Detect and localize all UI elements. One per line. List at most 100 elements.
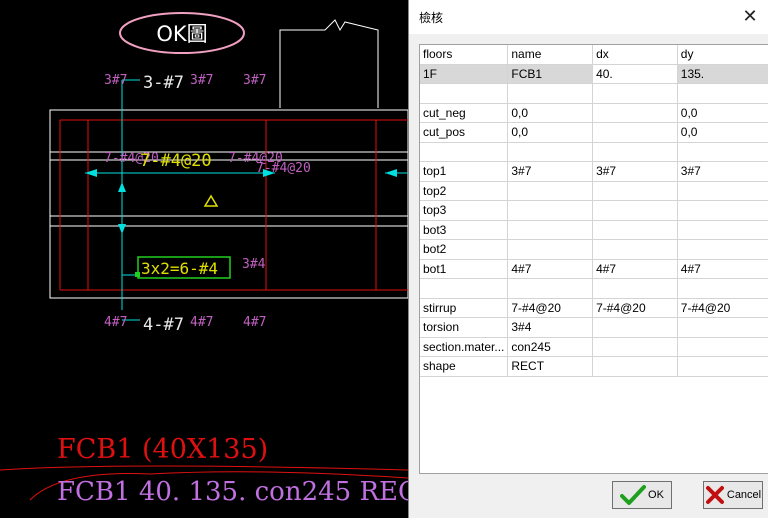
grid-cell[interactable]: 4#7 [592, 259, 678, 279]
grid-cell[interactable]: stirrup [420, 298, 509, 318]
grid-row[interactable] [420, 278, 768, 299]
grid-cell[interactable] [677, 239, 768, 260]
grid-cell[interactable] [677, 200, 768, 221]
grid-cell[interactable]: cut_neg [420, 103, 509, 123]
grid-cell[interactable] [677, 220, 768, 240]
grid-cell[interactable]: 0,0 [677, 103, 768, 123]
grid-cell[interactable]: shape [420, 356, 509, 377]
grid-row[interactable]: section.mater... con245 [420, 337, 768, 357]
grid-cell[interactable] [420, 278, 509, 299]
grid-row[interactable]: bot2 [420, 239, 768, 260]
grid-cell[interactable]: top1 [420, 161, 509, 182]
grid-cell[interactable] [507, 278, 594, 299]
top-center-rebar-label: 3-#7 [143, 73, 184, 93]
grid-cell[interactable]: 7-#4@20 [507, 298, 594, 318]
grid-cell[interactable]: bot3 [420, 220, 509, 240]
grid-cell[interactable] [420, 83, 509, 104]
grid-header-cell: name [507, 45, 594, 65]
ok-button[interactable]: OK [612, 481, 672, 509]
grid-row[interactable] [420, 142, 768, 162]
grid-cell[interactable] [592, 220, 678, 240]
grid-cell[interactable] [507, 142, 594, 162]
grid-cell[interactable]: 7-#4@20 [592, 298, 678, 318]
grid-row[interactable] [420, 83, 768, 104]
grip-handle[interactable] [135, 272, 140, 277]
grid-cell[interactable]: RECT [507, 356, 594, 377]
bot-far-rebar-label: 4#7 [243, 315, 266, 330]
grid-row[interactable]: bot3 [420, 220, 768, 240]
grid-cell[interactable]: 0,0 [507, 103, 594, 123]
grid-cell[interactable]: 0,0 [507, 122, 594, 143]
top-far-rebar-label: 3#7 [243, 73, 266, 88]
grid-cell[interactable]: bot2 [420, 239, 509, 260]
grid-cell[interactable]: torsion [420, 317, 509, 338]
bot-center-rebar-label: 4-#7 [143, 315, 184, 335]
data-grid[interactable]: floors name dx dy 1F FCB1 40. 135. cut_neg 0,0 0,0… [419, 44, 768, 474]
grid-cell[interactable] [677, 278, 768, 299]
grid-cell[interactable] [592, 181, 678, 201]
grid-cell[interactable] [507, 220, 594, 240]
grid-cell[interactable] [592, 278, 678, 299]
grid-cell[interactable]: 3#7 [677, 161, 768, 182]
grid-row[interactable]: top2 [420, 181, 768, 201]
grid-cell[interactable]: 4#7 [507, 259, 594, 279]
beam-info: FCB1 40. 135. con245 RECT [57, 477, 408, 507]
grid-cell[interactable]: 40. [592, 64, 678, 84]
grid-cell[interactable] [592, 239, 678, 260]
side-right-label: 3#4 [242, 257, 266, 272]
check-icon [620, 485, 647, 505]
grid-cell[interactable]: con245 [507, 337, 594, 357]
dialog-titlebar[interactable]: 檢核 ✕ [409, 0, 768, 34]
grid-cell[interactable]: 3#4 [507, 317, 594, 338]
grid-cell[interactable] [507, 200, 594, 221]
grid-cell[interactable]: top3 [420, 200, 509, 221]
grid-cell[interactable] [677, 317, 768, 338]
grid-cell[interactable] [677, 83, 768, 104]
grid-cell[interactable] [507, 181, 594, 201]
grid-cell[interactable] [677, 356, 768, 377]
grid-cell[interactable] [592, 337, 678, 357]
bot-left-rebar-label: 4#7 [104, 315, 127, 330]
grid-cell[interactable] [677, 181, 768, 201]
grid-cell[interactable]: 3#7 [507, 161, 594, 182]
grid-row[interactable]: top1 3#7 3#7 3#7 [420, 161, 768, 182]
grid-cell[interactable] [677, 142, 768, 162]
grid-row[interactable]: cut_neg 0,0 0,0 [420, 103, 768, 123]
beam-outer-rect [49, 109, 408, 299]
stirrup-center-label: 7-#4@20 [140, 151, 212, 171]
cancel-button[interactable]: Cancel [703, 481, 763, 509]
close-icon[interactable]: ✕ [738, 5, 762, 29]
grid-row[interactable]: top3 [420, 200, 768, 221]
grid-cell[interactable]: 0,0 [677, 122, 768, 143]
grid-cell[interactable]: 135. [677, 64, 768, 84]
cad-drawing-canvas[interactable]: OK圖 3#7 3-#7 3#7 3#7 7-#4@20 7-#4@20 7-#… [0, 0, 408, 518]
grid-cell[interactable]: cut_pos [420, 122, 509, 143]
grid-cell[interactable]: 3#7 [592, 161, 678, 182]
grid-cell[interactable] [592, 317, 678, 338]
grid-row[interactable]: shape RECT [420, 356, 768, 377]
grid-row[interactable]: 1F FCB1 40. 135. [420, 64, 768, 84]
grid-cell[interactable]: FCB1 [507, 64, 594, 84]
grid-cell[interactable] [677, 337, 768, 357]
grid-cell[interactable] [592, 142, 678, 162]
top-right-rebar-label: 3#7 [190, 73, 213, 88]
grid-cell[interactable]: 4#7 [677, 259, 768, 279]
grid-cell[interactable] [507, 239, 594, 260]
grid-row[interactable]: bot1 4#7 4#7 4#7 [420, 259, 768, 279]
grid-header-row[interactable]: floors name dx dy [420, 45, 768, 65]
grid-row[interactable]: torsion 3#4 [420, 317, 768, 338]
grid-cell[interactable]: section.mater... [420, 337, 509, 357]
grid-cell[interactable] [507, 83, 594, 104]
grid-cell[interactable]: 7-#4@20 [677, 298, 768, 318]
grid-row[interactable]: stirrup 7-#4@20 7-#4@20 7-#4@20 [420, 298, 768, 318]
grid-cell[interactable]: 1F [420, 64, 509, 84]
grid-cell[interactable]: top2 [420, 181, 509, 201]
grid-cell[interactable]: bot1 [420, 259, 509, 279]
grid-cell[interactable] [592, 122, 678, 143]
grid-cell[interactable] [420, 142, 509, 162]
grid-row[interactable]: cut_pos 0,0 0,0 [420, 122, 768, 143]
grid-cell[interactable] [592, 83, 678, 104]
grid-cell[interactable] [592, 200, 678, 221]
grid-cell[interactable] [592, 356, 678, 377]
grid-cell[interactable] [592, 103, 678, 123]
